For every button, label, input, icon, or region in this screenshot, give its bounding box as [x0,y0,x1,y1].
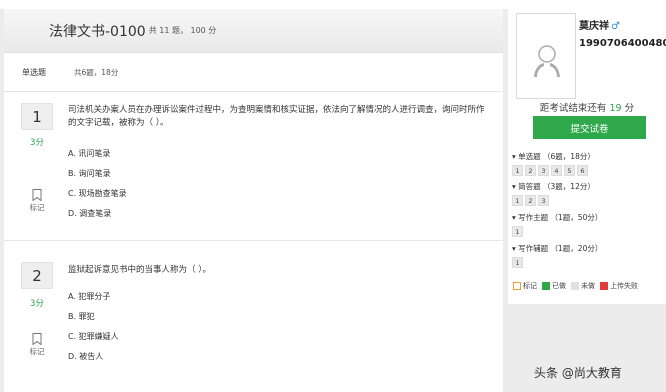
question-card: 1 3分 标记 司法机关办案人员在办理诉讼案件过程中，为查明案情和核实证据，依法… [4,93,503,241]
legend-item-marked: 标记 [513,281,537,291]
question-cell[interactable]: 6 [577,165,588,176]
user-name: 莫庆祥 ♂ [579,17,620,32]
question-sidebar: 1 3分 标记 [4,93,60,240]
question-group: ▾ 单选题 （6题，18分） 1 2 3 4 5 6 [512,151,595,176]
question-sidebar: 2 3分 标记 [4,241,60,392]
question-cell[interactable]: 3 [538,165,549,176]
bookmark-icon [32,333,42,345]
status-legend: 标记 已做 未做 上传失败 [513,281,643,291]
user-id: 1990706400480 [579,38,666,49]
option-b[interactable]: B. 罪犯 [68,307,119,327]
question-cell[interactable]: 5 [564,165,575,176]
section-meta: 共6题，18分 [74,68,119,77]
user-name-text: 莫庆祥 [579,21,609,32]
question-card: 2 3分 标记 监狱起诉意见书中的当事人称为（ ）。 A. 犯罪分子 B. 罪犯… [4,241,503,392]
legend-label: 上传失败 [610,282,638,290]
question-group: ▾ 写作辅题 （1题，20分） 1 [512,243,602,268]
watermark: 头条 @尚大教育 [534,366,622,380]
question-stem: 司法机关办案人员在办理诉讼案件过程中，为查明案情和核实证据，依法向了解情况的人进… [68,105,485,128]
countdown-suffix: 分 [621,103,635,114]
bookmark-icon [32,189,42,201]
question-cell[interactable]: 2 [525,195,536,206]
male-icon: ♂ [611,21,620,32]
group-title[interactable]: ▾ 写作主题 （1题，50分） [512,212,602,224]
question-number: 2 [21,262,53,289]
mark-label: 标记 [29,203,45,212]
submit-exam-button[interactable]: 提交试卷 [533,116,646,139]
question-group: ▾ 简答题 （3题，12分） 1 2 3 [512,181,595,206]
user-placeholder-icon [534,45,560,77]
legend-item-undone: 未做 [571,281,595,291]
exam-title: 法律文书-0100 [49,23,146,40]
legend-label: 已做 [552,282,566,290]
legend-swatch [571,282,579,290]
question-cell[interactable]: 1 [512,257,523,268]
question-cell[interactable]: 1 [512,165,523,176]
question-score: 3分 [30,138,44,148]
legend-label: 标记 [523,282,537,290]
countdown-prefix: 距考试结束还有 [539,103,610,114]
legend-item-upload-failed: 上传失败 [600,281,638,291]
exam-header: 法律文书-0100 共 11 题， 100 分 [4,9,503,53]
group-title[interactable]: ▾ 简答题 （3题，12分） [512,181,595,193]
option-a[interactable]: A. 犯罪分子 [68,287,119,307]
question-cell[interactable]: 1 [512,195,523,206]
side-panel: 莫庆祥 ♂ 1990706400480 距考试结束还有 19 分 提交试卷 ▾ 单… [508,9,666,392]
option-c[interactable]: C. 现场勘查笔录 [68,184,127,204]
legend-swatch [600,282,608,290]
legend-label: 未做 [581,282,595,290]
legend-item-done: 已做 [542,281,566,291]
question-group: ▾ 写作主题 （1题，50分） 1 [512,212,602,237]
option-d[interactable]: D. 调查笔录 [68,204,127,224]
section-bar: 单选题 共6题，18分 [4,54,503,92]
section-name: 单选题 [22,68,46,77]
exam-main-panel: 法律文书-0100 共 11 题， 100 分 单选题 共6题，18分 1 3分… [4,9,503,392]
question-number: 1 [21,103,53,130]
mark-label: 标记 [29,347,45,356]
group-title[interactable]: ▾ 单选题 （6题，18分） [512,151,595,163]
question-cell[interactable]: 3 [538,195,549,206]
option-c[interactable]: C. 犯罪嫌疑人 [68,327,119,347]
option-b[interactable]: B. 询问笔录 [68,164,127,184]
group-title[interactable]: ▾ 写作辅题 （1题，20分） [512,243,602,255]
top-strip [0,0,666,9]
legend-swatch [542,282,550,290]
mark-button[interactable]: 标记 [21,189,53,213]
question-cell[interactable]: 2 [525,165,536,176]
question-grid: 1 [512,257,602,268]
exam-meta: 共 11 题， 100 分 [148,26,217,35]
question-stem: 监狱起诉意见书中的当事人称为（ ）。 [68,265,211,275]
question-score: 3分 [30,299,44,309]
countdown-minutes: 19 [609,103,622,114]
question-cell[interactable]: 4 [551,165,562,176]
question-grid: 1 2 3 4 5 6 [512,165,595,176]
question-cell[interactable]: 1 [512,226,523,237]
option-list: A. 犯罪分子 B. 罪犯 C. 犯罪嫌疑人 D. 被告人 [68,287,119,367]
question-grid: 1 [512,226,602,237]
mark-button[interactable]: 标记 [21,333,53,357]
option-list: A. 讯问笔录 B. 询问笔录 C. 现场勘查笔录 D. 调查笔录 [68,144,127,224]
option-d[interactable]: D. 被告人 [68,347,119,367]
countdown: 距考试结束还有 19 分 [508,100,666,114]
avatar [516,13,576,99]
legend-swatch [513,282,521,290]
question-grid: 1 2 3 [512,195,595,206]
side-panel-card: 莫庆祥 ♂ 1990706400480 距考试结束还有 19 分 提交试卷 ▾ 单… [508,9,666,304]
option-a[interactable]: A. 讯问笔录 [68,144,127,164]
